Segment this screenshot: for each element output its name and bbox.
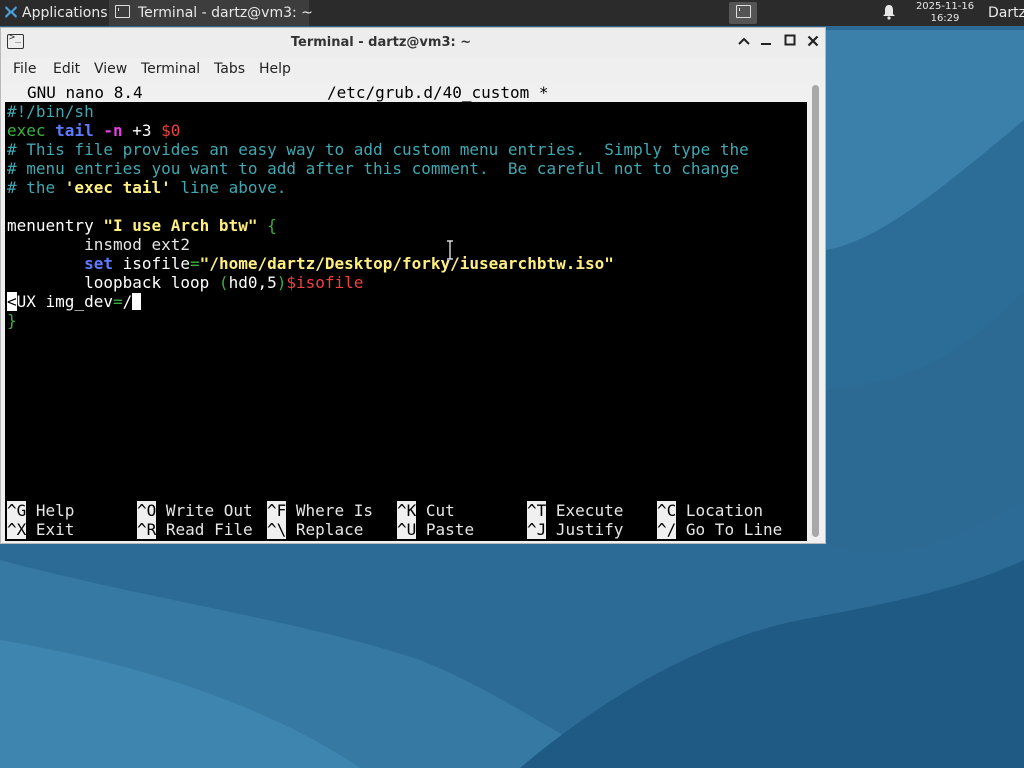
top-panel: Applications ☰ Terminal - dartz@vm3: ~ 2…: [0, 0, 1024, 26]
taskbar-terminal-button[interactable]: Terminal - dartz@vm3: ~: [109, 0, 313, 26]
terminal-scrollbar[interactable]: [810, 83, 822, 541]
editor-line: set isofile="/home/dartz/Desktop/forky/i…: [84, 254, 614, 273]
nano-version: GNU nano 8.4: [27, 83, 143, 102]
user-menu[interactable]: Dartz: [988, 0, 1024, 26]
shortcut-read-file[interactable]: ^R Read File: [137, 520, 253, 539]
maximize-button[interactable]: [781, 33, 799, 51]
shortcut-location[interactable]: ^C Location: [657, 501, 763, 520]
shortcut-paste[interactable]: ^U Paste: [397, 520, 474, 539]
shortcut-cut[interactable]: ^K Cut: [397, 501, 455, 520]
minimize-icon: [761, 43, 771, 45]
editor-line-current: <UX img_dev=/: [7, 292, 142, 311]
terminal-icon: [115, 5, 130, 18]
editor-line: # This file provides an easy way to add …: [7, 140, 749, 159]
menu-help[interactable]: Help: [259, 61, 291, 77]
editor-line: }: [7, 311, 17, 330]
scrollbar-thumb[interactable]: [812, 85, 819, 537]
shade-button[interactable]: [735, 33, 753, 51]
minimize-button[interactable]: [757, 33, 775, 51]
terminal-launcher-button[interactable]: [729, 2, 757, 24]
applications-label: Applications: [22, 5, 108, 21]
terminal-window: Terminal - dartz@vm3: ~ File Edit View T…: [0, 27, 826, 544]
editor-line: menuentry "I use Arch btw" {: [7, 216, 277, 235]
terminal-content[interactable]: GNU nano 8.4 /etc/grub.d/40_custom * #!/…: [5, 83, 807, 541]
menu-edit[interactable]: Edit: [53, 61, 80, 77]
editor-line: # menu entries you want to add after thi…: [7, 159, 740, 178]
xfce-mouse-icon: [5, 6, 17, 18]
menu-file[interactable]: File: [13, 61, 36, 77]
applications-menu[interactable]: Applications ☰: [0, 0, 125, 26]
editor-line: insmod ext2: [7, 235, 191, 254]
notification-button[interactable]: [882, 0, 896, 26]
shortcut-replace[interactable]: ^\ Replace: [267, 520, 363, 539]
window-menubar: File Edit View Terminal Tabs Help: [1, 58, 825, 82]
menu-terminal[interactable]: Terminal: [141, 61, 200, 77]
shortcut-justify[interactable]: ^J Justify: [527, 520, 623, 539]
text-cursor: [132, 293, 142, 310]
text-select-cursor-icon: [447, 240, 453, 260]
close-icon: [807, 35, 819, 47]
terminal-icon: [735, 5, 751, 18]
shortcut-go-to-line[interactable]: ^/ Go To Line: [657, 520, 782, 539]
clock[interactable]: 2025-11-16 16:29: [912, 0, 978, 27]
editor-line: exec tail -n +3 $0: [7, 121, 181, 140]
window-title: Terminal - dartz@vm3: ~: [290, 35, 472, 50]
nano-filename: /etc/grub.d/40_custom *: [327, 83, 549, 102]
shortcut-where-is[interactable]: ^F Where Is: [267, 501, 373, 520]
editor-line: #!/bin/sh: [7, 102, 94, 121]
close-button[interactable]: [804, 33, 822, 51]
shortcut-help[interactable]: ^G Help: [7, 501, 74, 520]
chevron-up-icon: [738, 37, 750, 45]
clock-time: 16:29: [930, 13, 960, 24]
shortcut-row: ^G Help ^O Write Out ^F Where Is ^K Cut …: [5, 501, 807, 520]
editor-line: # the 'exec tail' line above.: [7, 178, 287, 197]
taskbar-label: Terminal - dartz@vm3: ~: [138, 5, 313, 21]
bell-icon: [883, 5, 895, 20]
menu-view[interactable]: View: [94, 61, 127, 77]
maximize-icon: [784, 34, 796, 46]
shortcut-execute[interactable]: ^T Execute: [527, 501, 623, 520]
shortcut-exit[interactable]: ^X Exit: [7, 520, 74, 539]
nano-titlebar: GNU nano 8.4 /etc/grub.d/40_custom *: [5, 83, 807, 102]
menu-tabs[interactable]: Tabs: [214, 61, 245, 77]
shortcut-write-out[interactable]: ^O Write Out: [137, 501, 253, 520]
window-titlebar[interactable]: Terminal - dartz@vm3: ~: [1, 28, 825, 58]
editor-line: loopback loop (hd0,5)$isofile: [84, 273, 364, 292]
shortcut-row: ^X Exit ^R Read File ^\ Replace ^U Paste…: [5, 520, 807, 539]
clock-date: 2025-11-16: [915, 1, 975, 12]
